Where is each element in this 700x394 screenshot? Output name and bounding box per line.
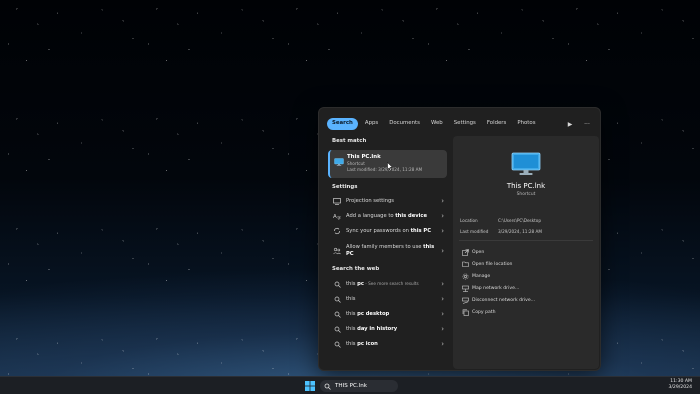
copy-icon	[461, 308, 469, 316]
preview-subtitle: Shortcut	[516, 192, 536, 197]
best-match-title: This PC.lnk	[347, 154, 381, 160]
tab-web[interactable]: Web	[427, 118, 447, 129]
folder-icon	[461, 260, 469, 268]
web-result-label: this pc - See more search results	[346, 280, 419, 287]
tab-settings[interactable]: Settings	[450, 118, 480, 129]
chevron-right-icon: ›	[441, 295, 444, 303]
system-clock[interactable]: 11:30 AM 3/29/2024	[668, 379, 692, 391]
sync-icon	[332, 226, 342, 236]
search-icon	[332, 279, 342, 289]
search-icon	[332, 309, 342, 319]
setting-item-label: Sync your passwords on this PC	[346, 227, 432, 234]
search-filter-tabs: Search Apps Documents Web Settings Folde…	[327, 116, 594, 132]
mouse-pointer-icon	[387, 162, 393, 171]
setting-item-sync-passwords[interactable]: Sync your passwords on this PC ›	[328, 224, 447, 238]
action-disconnect-network-drive[interactable]: Disconnect network drive...	[461, 296, 535, 304]
network-drive-icon	[461, 284, 469, 292]
setting-item-label: Projection settings	[346, 197, 394, 204]
windows-start-icon[interactable]	[305, 381, 315, 391]
preview-pane: This PC.lnk Shortcut Location C:\Users\PC…	[453, 136, 599, 369]
projection-icon	[332, 196, 342, 206]
tab-folders[interactable]: Folders	[483, 118, 510, 129]
action-copy-path[interactable]: Copy path	[461, 308, 496, 316]
setting-item-label: Allow family members to use this PC	[346, 244, 435, 257]
taskbar-search-value: THIS PC.lnk	[335, 383, 367, 389]
search-icon	[324, 383, 331, 390]
tab-photos[interactable]: Photos	[513, 118, 539, 129]
more-options-icon[interactable]: ···	[580, 117, 594, 131]
preview-title: This PC.lnk	[506, 182, 546, 190]
web-result-item[interactable]: this ›	[328, 292, 447, 306]
best-match-modified: Last modified: 3/29/2024, 11:28 AM	[347, 167, 423, 172]
chevron-right-icon: ›	[441, 325, 444, 333]
tab-apps[interactable]: Apps	[361, 118, 382, 129]
setting-item-family-members[interactable]: Allow family members to use this PC ›	[328, 241, 447, 261]
clock-date: 3/29/2024	[668, 385, 692, 391]
taskbar-search-box[interactable]: THIS PC.lnk	[320, 380, 398, 392]
settings-heading: Settings	[332, 184, 358, 190]
chevron-right-icon: ›	[441, 310, 444, 318]
chevron-right-icon: ›	[441, 212, 444, 220]
web-result-item[interactable]: this pc icon ›	[328, 337, 447, 351]
setting-item-language[interactable]: A字 Add a language to this device ›	[328, 209, 447, 223]
svg-text:字: 字	[337, 215, 341, 221]
disconnect-drive-icon	[461, 296, 469, 304]
setting-item-label: Add a language to this device	[346, 212, 428, 219]
web-result-item[interactable]: this day in history ›	[328, 322, 447, 336]
search-icon	[332, 324, 342, 334]
play-icon[interactable]: ▶	[563, 117, 577, 131]
best-match-type: Shortcut	[347, 161, 365, 166]
family-icon	[332, 246, 342, 256]
open-icon	[461, 248, 469, 256]
search-panel: Search Apps Documents Web Settings Folde…	[318, 107, 601, 371]
chevron-right-icon: ›	[441, 227, 444, 235]
taskbar: THIS PC.lnk 11:30 AM 3/29/2024	[0, 376, 700, 394]
web-result-label: this	[346, 295, 356, 302]
preview-last-modified: Last modified 3/29/2024, 11:28 AM	[460, 229, 543, 234]
search-icon	[332, 339, 342, 349]
tab-search[interactable]: Search	[327, 118, 358, 130]
web-result-item[interactable]: this pc - See more search results ›	[328, 277, 447, 291]
gear-icon	[461, 272, 469, 280]
chevron-right-icon: ›	[441, 340, 444, 348]
web-result-label: this pc icon	[346, 340, 378, 347]
computer-icon	[511, 152, 541, 175]
preview-location: Location C:\Users\PC\Desktop	[460, 218, 542, 223]
search-web-heading: Search the web	[332, 266, 380, 272]
chevron-right-icon: ›	[441, 247, 444, 255]
language-icon: A字	[332, 211, 342, 221]
action-open[interactable]: Open	[461, 248, 484, 256]
setting-item-projection[interactable]: Projection settings ›	[328, 194, 447, 208]
action-map-network-drive[interactable]: Map network drive...	[461, 284, 519, 292]
divider	[459, 240, 593, 241]
web-result-label: this day in history	[346, 325, 398, 332]
chevron-right-icon: ›	[441, 280, 444, 288]
web-result-label: this pc desktop	[346, 310, 390, 317]
web-result-item[interactable]: this pc desktop ›	[328, 307, 447, 321]
search-icon	[332, 294, 342, 304]
action-manage[interactable]: Manage	[461, 272, 490, 280]
computer-icon	[334, 158, 344, 166]
action-open-file-location[interactable]: Open file location	[461, 260, 512, 268]
chevron-right-icon: ›	[441, 197, 444, 205]
tab-documents[interactable]: Documents	[385, 118, 424, 129]
best-match-heading: Best match	[332, 138, 367, 144]
